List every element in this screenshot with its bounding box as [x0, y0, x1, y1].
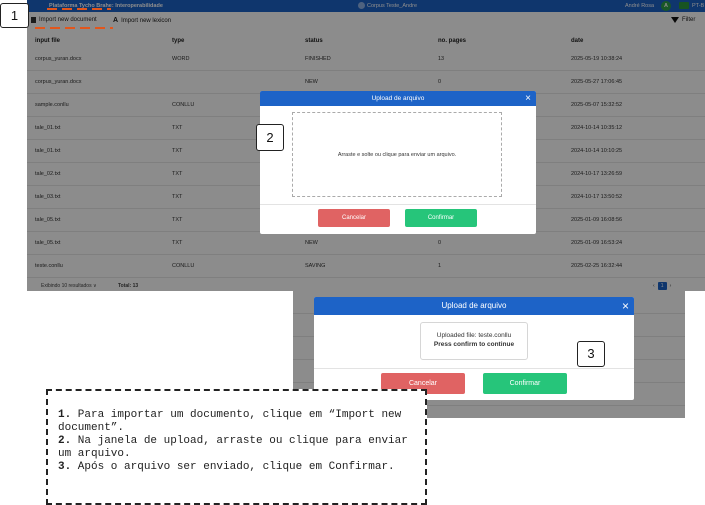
cancel-button[interactable]: Cancelar	[318, 209, 390, 227]
close-icon[interactable]: ×	[525, 91, 531, 106]
highlight-dash	[47, 8, 111, 10]
close-icon[interactable]: ×	[622, 297, 629, 315]
main-screenshot: Plataforma Tycho Brahe: Interoperabilida…	[27, 0, 705, 291]
instruction-step-2: 2. Na janela de upload, arraste ou cliqu…	[58, 435, 408, 460]
confirm-button[interactable]: Confirmar	[405, 209, 477, 227]
highlight-dash	[35, 27, 113, 29]
confirm-button[interactable]: Confirmar	[483, 373, 567, 394]
step-1-callout: 1	[0, 3, 29, 28]
modal-header: Upload de arquivo ×	[314, 297, 634, 315]
modal-header: Upload de arquivo ×	[260, 91, 536, 106]
modal-divider	[260, 204, 536, 205]
uploaded-file-name: Uploaded file: teste.conllu	[436, 332, 512, 339]
modal-title: Upload de arquivo	[371, 95, 425, 102]
step-3-callout: 3	[577, 341, 605, 367]
modal-title: Upload de arquivo	[441, 301, 507, 310]
upload-modal: Upload de arquivo × Arraste e solte ou c…	[260, 91, 536, 234]
instruction-step-1: 1. Para importar um documento, clique em…	[58, 409, 402, 434]
step-2-callout: 2	[256, 124, 284, 151]
file-dropzone[interactable]: Arraste e solte ou clique para enviar um…	[292, 112, 502, 197]
confirm-prompt: Press confirm to continue	[433, 341, 515, 348]
uploaded-file-box: Uploaded file: teste.conllu Press confir…	[420, 322, 528, 360]
modal-divider	[314, 368, 634, 369]
instruction-step-3: 3. Após o arquivo ser enviado, clique em…	[58, 461, 395, 473]
instructions-box: 1. Para importar um documento, clique em…	[46, 389, 427, 505]
